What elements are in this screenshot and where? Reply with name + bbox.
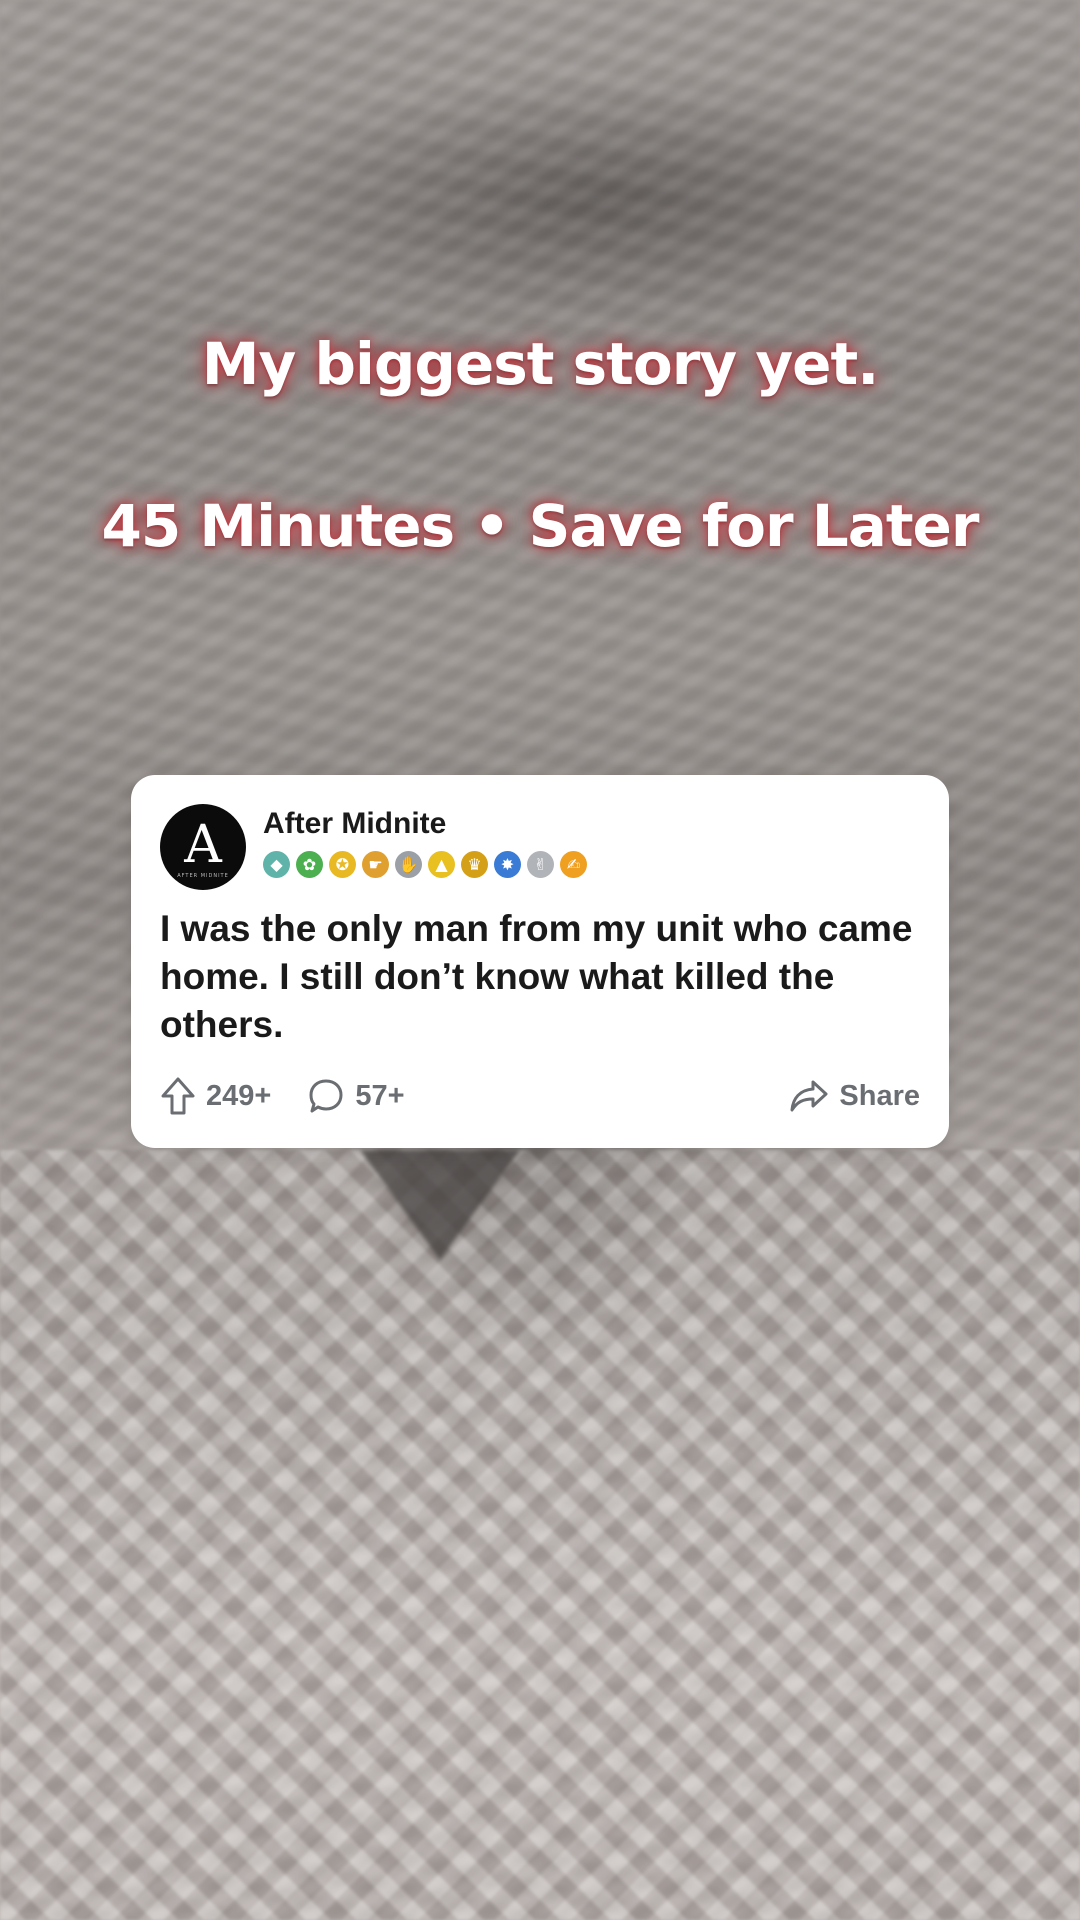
comment-count: 57+ bbox=[355, 1079, 405, 1112]
video-background: My biggest story yet. 45 Minutes • Save … bbox=[0, 0, 1080, 1920]
arrow-award-icon: ▲ bbox=[428, 851, 455, 878]
post-actions: 249+ 57+ Share bbox=[160, 1072, 920, 1120]
corner-shadow bbox=[360, 1150, 520, 1260]
award-badges: ◆ ✿ ✪ ☛ ✋ ▲ ♛ ✸ ✌ ✍ bbox=[263, 851, 587, 878]
hand-award-icon: ☛ bbox=[362, 851, 389, 878]
avatar[interactable]: A AFTER MIDNITE bbox=[160, 804, 246, 890]
post-card[interactable]: A AFTER MIDNITE After Midnite ◆ ✿ ✪ ☛ ✋ ▲ ♛ ✸ ✌ ✍… bbox=[131, 775, 949, 1148]
author-name[interactable]: After Midnite bbox=[263, 807, 446, 841]
share-arrow-icon bbox=[789, 1078, 829, 1114]
thumbs-up-award-icon: ✍ bbox=[560, 851, 587, 878]
hug-award-icon: ✋ bbox=[395, 851, 422, 878]
post-title[interactable]: I was the only man from my unit who came… bbox=[160, 905, 930, 1049]
medal-award-icon: ✪ bbox=[329, 851, 356, 878]
comment-bubble-icon bbox=[307, 1077, 345, 1115]
upvote-button[interactable]: 249+ bbox=[160, 1076, 271, 1116]
trophy-award-icon: ♛ bbox=[461, 851, 488, 878]
clover-award-icon: ✿ bbox=[296, 851, 323, 878]
share-label: Share bbox=[839, 1079, 920, 1112]
comments-button[interactable]: 57+ bbox=[307, 1077, 405, 1115]
share-button[interactable]: Share bbox=[789, 1078, 920, 1114]
blurred-floor-texture bbox=[0, 1150, 1080, 1920]
overlay-caption-title: My biggest story yet. bbox=[201, 330, 880, 398]
upvote-count: 249+ bbox=[206, 1079, 272, 1112]
avatar-letter: A bbox=[184, 815, 222, 875]
overlay-caption-subtitle: 45 Minutes • Save for Later bbox=[101, 492, 979, 560]
burst-award-icon: ✸ bbox=[494, 851, 521, 878]
clap-award-icon: ✌ bbox=[527, 851, 554, 878]
gem-award-icon: ◆ bbox=[263, 851, 290, 878]
avatar-subtext: AFTER MIDNITE bbox=[177, 873, 229, 879]
upvote-arrow-icon bbox=[160, 1076, 196, 1116]
